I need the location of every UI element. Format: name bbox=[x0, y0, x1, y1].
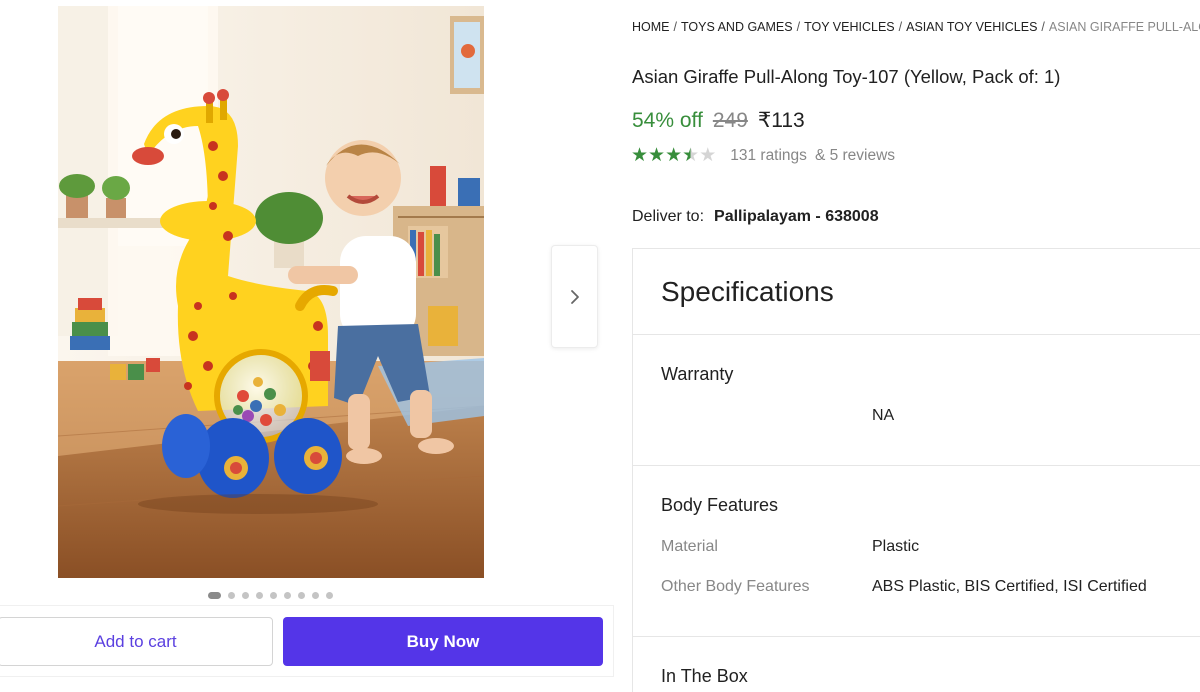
product-photo-illustration bbox=[58, 6, 484, 578]
breadcrumb-item[interactable]: TOY VEHICLES bbox=[804, 20, 895, 34]
rating-row[interactable]: ★ ★ ★ ★ ★ 131 ratings & 5 reviews bbox=[631, 146, 895, 166]
deliver-to-pincode[interactable]: Pallipalayam - 638008 bbox=[714, 208, 879, 226]
star-filled-icon: ★ bbox=[631, 145, 649, 166]
next-image-button[interactable] bbox=[551, 245, 598, 348]
product-image[interactable] bbox=[58, 6, 484, 578]
spec-value: NA bbox=[872, 407, 895, 424]
carousel-dot[interactable] bbox=[256, 592, 263, 599]
selling-price: ₹113 bbox=[757, 109, 805, 132]
section-title: Warranty bbox=[661, 364, 734, 384]
spec-section-body-features: Body Features Material Plastic Other Bod… bbox=[633, 466, 1200, 637]
original-price: 249 bbox=[712, 109, 748, 132]
carousel-dot[interactable] bbox=[298, 592, 305, 599]
specifications-header: Specifications bbox=[633, 249, 1200, 335]
carousel-dot[interactable] bbox=[208, 592, 221, 599]
breadcrumb-separator: / bbox=[673, 20, 677, 34]
carousel-dot[interactable] bbox=[228, 592, 235, 599]
breadcrumb-item[interactable]: ASIAN TOY VEHICLES bbox=[906, 20, 1037, 34]
spec-value: ABS Plastic, BIS Certified, ISI Certifie… bbox=[872, 578, 1147, 595]
breadcrumb-separator: / bbox=[1041, 20, 1045, 34]
action-bar: Add to cart Buy Now bbox=[0, 605, 614, 677]
breadcrumb-item[interactable]: TOYS AND GAMES bbox=[681, 20, 793, 34]
spec-section-warranty: Warranty NA bbox=[633, 335, 1200, 466]
buy-now-button[interactable]: Buy Now bbox=[283, 617, 603, 666]
discount-percent: 54% off bbox=[632, 109, 703, 132]
breadcrumb: HOME / TOYS AND GAMES / TOY VEHICLES / ASIAN T… bbox=[632, 20, 1200, 34]
spec-value: Plastic bbox=[872, 538, 920, 555]
carousel-dot[interactable] bbox=[312, 592, 319, 599]
reviews-count[interactable]: & 5 reviews bbox=[815, 147, 895, 165]
spec-row: Material Plastic bbox=[661, 538, 1200, 556]
spec-key bbox=[661, 407, 872, 425]
specifications-title: Specifications bbox=[661, 275, 834, 307]
spec-row: NA bbox=[661, 407, 1200, 425]
spec-key: Other Body Features bbox=[661, 578, 810, 595]
product-title: Asian Giraffe Pull-Along Toy-107 (Yellow… bbox=[632, 66, 1061, 87]
spec-row: Other Body Features ABS Plastic, BIS Cer… bbox=[661, 578, 1200, 596]
breadcrumb-item[interactable]: HOME bbox=[632, 20, 670, 34]
spec-key: Material bbox=[661, 538, 718, 555]
deliver-to-label: Deliver to: bbox=[632, 208, 705, 225]
star-half-icon: ★ bbox=[682, 145, 700, 166]
breadcrumb-item: ASIAN GIRAFFE PULL-ALONG TOY-107 (YELLOW… bbox=[1048, 20, 1200, 34]
section-title: Body Features bbox=[661, 495, 779, 515]
carousel-dot[interactable] bbox=[242, 592, 249, 599]
ratings-count[interactable]: 131 ratings bbox=[730, 147, 807, 165]
price-row: 54% off 249 ₹113 bbox=[632, 108, 805, 133]
spec-section-in-the-box: In The Box bbox=[633, 637, 1200, 692]
breadcrumb-separator: / bbox=[796, 20, 801, 34]
carousel-dot[interactable] bbox=[326, 592, 333, 599]
add-to-cart-button[interactable]: Add to cart bbox=[0, 617, 273, 666]
carousel-dot[interactable] bbox=[270, 592, 277, 599]
star-filled-icon: ★ bbox=[648, 145, 666, 166]
section-title: In The Box bbox=[661, 666, 748, 686]
rating-stars: ★ ★ ★ ★ ★ bbox=[631, 146, 716, 166]
carousel-dot[interactable] bbox=[284, 592, 291, 599]
star-empty-icon: ★ bbox=[699, 145, 717, 166]
chevron-right-icon bbox=[570, 289, 579, 304]
image-carousel-dots bbox=[208, 592, 333, 599]
star-filled-icon: ★ bbox=[665, 145, 683, 166]
delivery-location[interactable]: Deliver to: Pallipalayam - 638008 bbox=[632, 208, 879, 226]
breadcrumb-separator: / bbox=[898, 20, 903, 34]
specifications-panel: Specifications Warranty NA Body Features… bbox=[632, 248, 1200, 692]
